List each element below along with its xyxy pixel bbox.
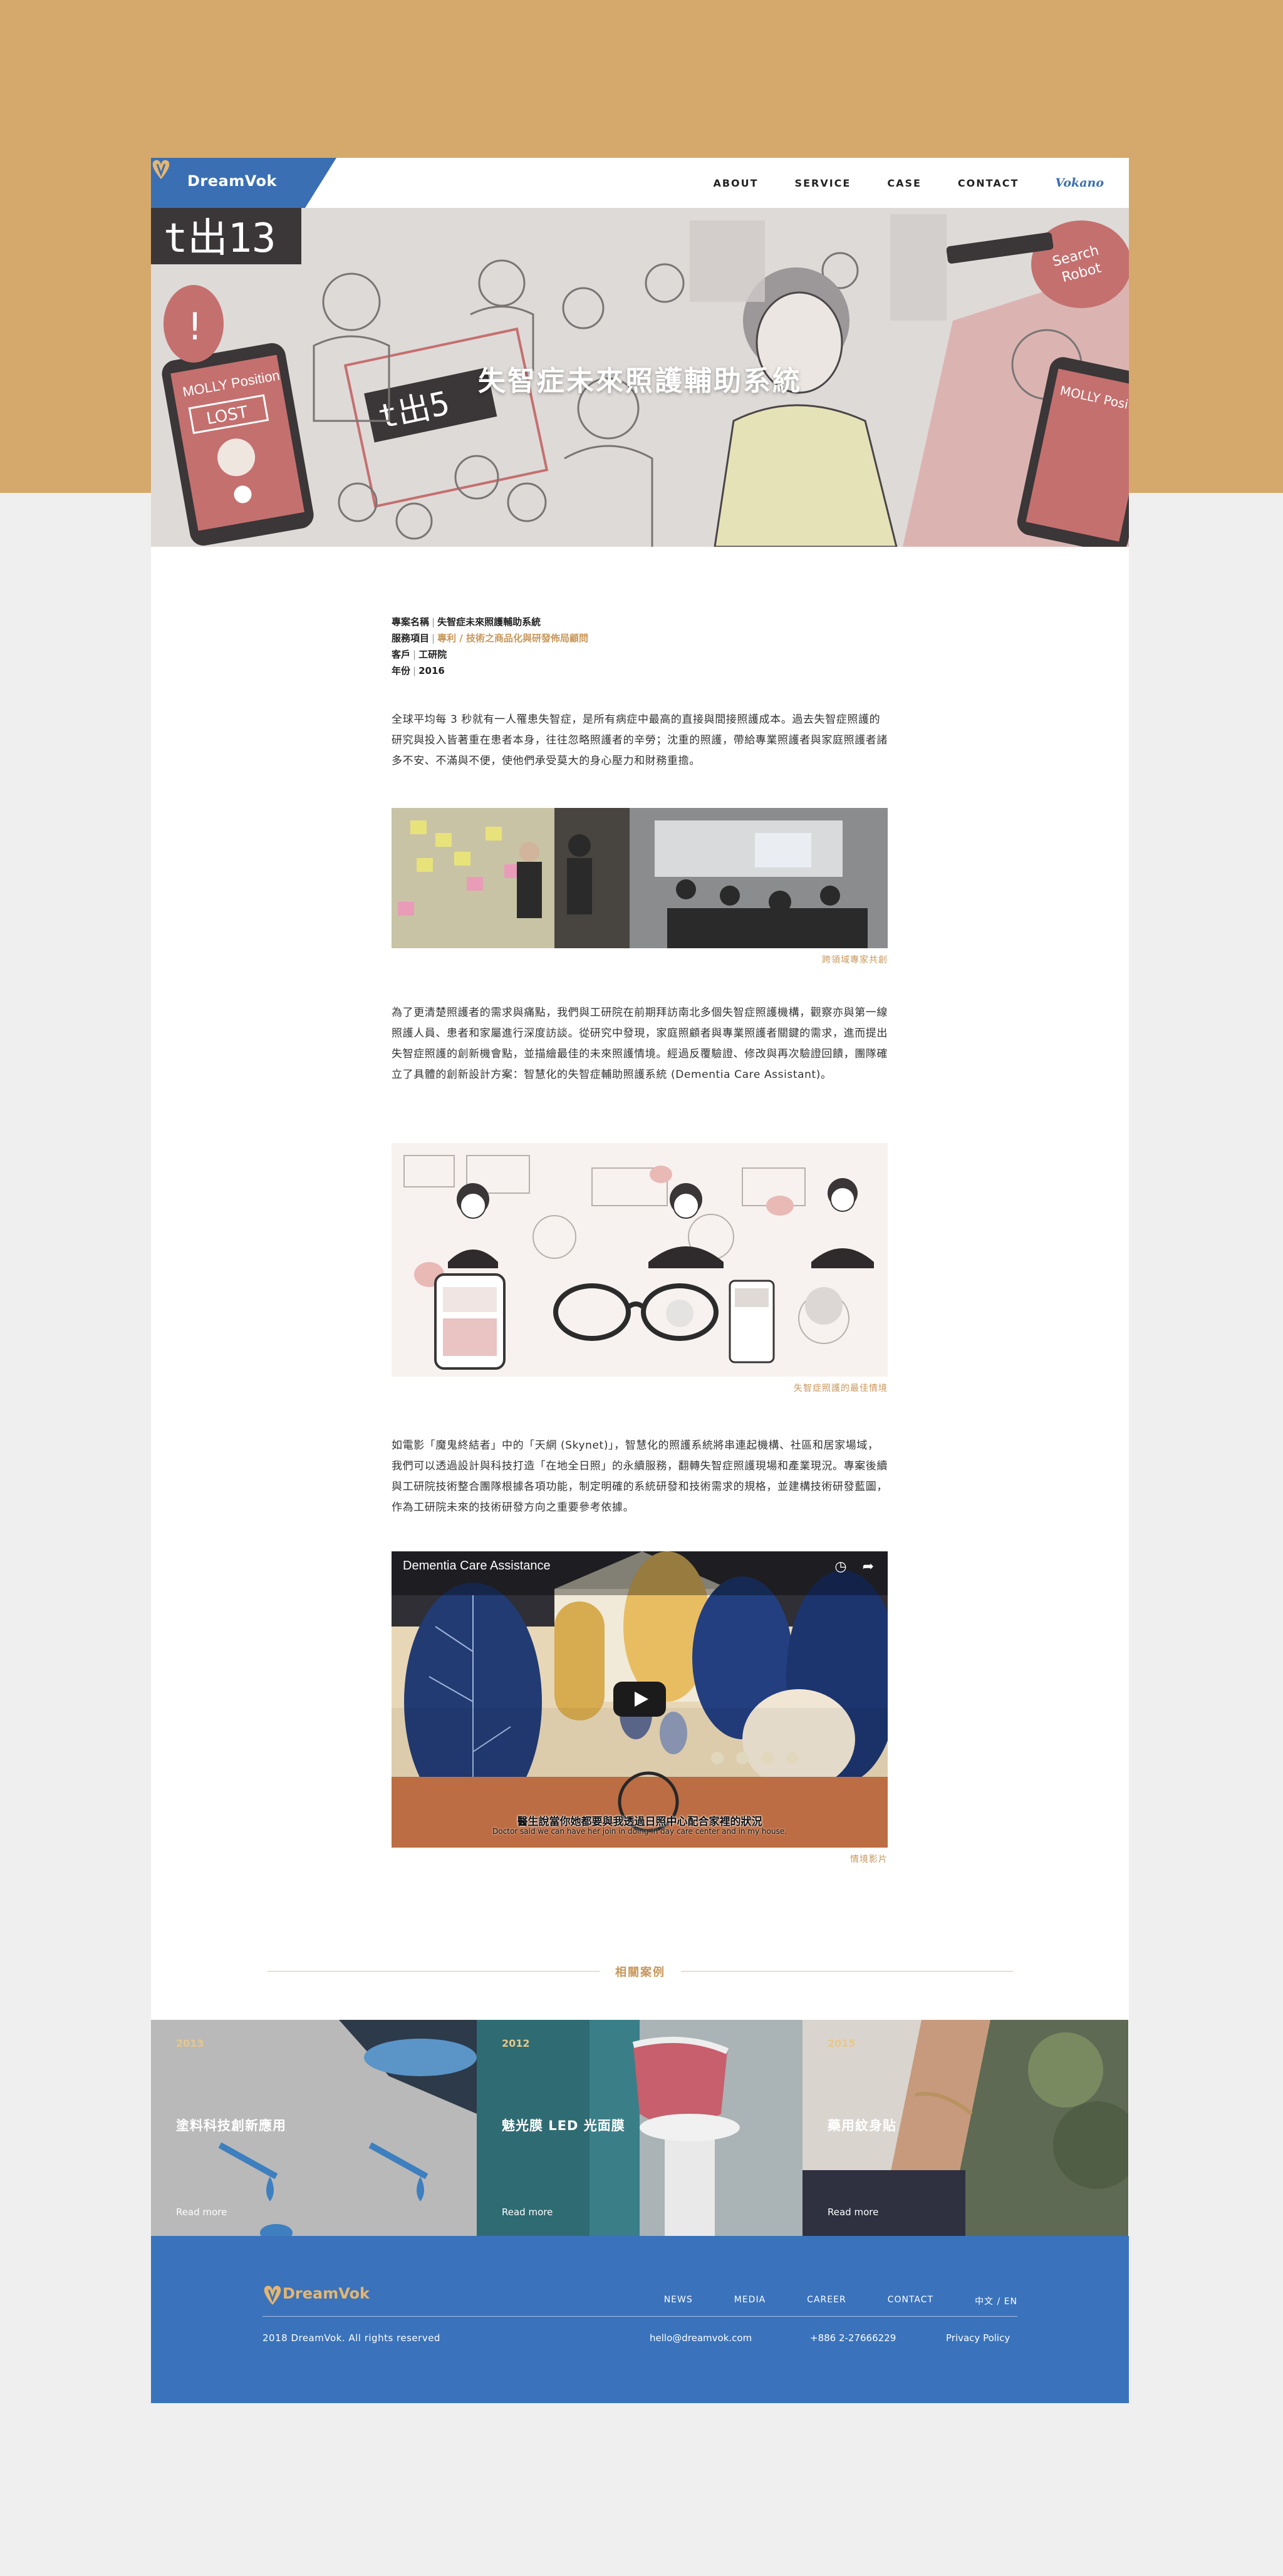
video-subtitle-zh: 醫生說當你她都要與我透過日照中心配合家裡的狀況	[517, 1816, 762, 1828]
video-player[interactable]: Dementia Care Assistance ◷ ➦ 醫生說當你她都要與我透…	[392, 1551, 888, 1848]
meta-key: 服務項目	[392, 633, 430, 644]
copyright: 2018 DreamVok. All rights reserved	[262, 2332, 440, 2344]
heart-logo-icon	[152, 160, 170, 179]
logo[interactable]: DreamVok	[151, 158, 336, 208]
related-cards: 2013 塗料科技創新應用 Read more 2012 魅光膜 LED 光面膜…	[151, 2020, 1129, 2236]
top-nav: DreamVok ABOUT SERVICE CASE CONTACT Voka…	[151, 158, 1129, 208]
meta-value: 2016	[418, 665, 445, 676]
meta-key: 專案名稱	[392, 616, 430, 628]
privacy-policy-link[interactable]: Privacy Policy	[946, 2332, 1010, 2344]
meta-key: 年份	[392, 665, 411, 676]
read-more-link[interactable]: Read more	[176, 2206, 227, 2218]
meta-service-link[interactable]: 專利 / 技術之商品化與研發佈局顧問	[437, 633, 588, 644]
caption-workshop: 跨領域專家共創	[822, 955, 888, 965]
nav-links: ABOUT SERVICE CASE CONTACT Vokano	[677, 158, 1104, 208]
share-icon[interactable]: ➦	[863, 1559, 874, 1575]
caption-video: 情境影片	[850, 1854, 888, 1865]
footer-news-link[interactable]: NEWS	[664, 2295, 693, 2307]
related-card-led-mask[interactable]: 2012 魅光膜 LED 光面膜 Read more	[477, 2020, 803, 2236]
hero-banner: t出13 MOLLY Position LOST ! t出5 MOLLY Pos…	[151, 208, 1129, 547]
related-card-coating[interactable]: 2013 塗料科技創新應用 Read more	[151, 2020, 477, 2236]
nav-contact[interactable]: CONTACT	[958, 177, 1019, 189]
watch-later-icon[interactable]: ◷	[834, 1559, 846, 1575]
site-footer: DreamVok NEWS MEDIA CAREER CONTACT 中文 / …	[151, 2236, 1129, 2403]
nav-case[interactable]: CASE	[887, 177, 922, 189]
meta-key: 客戶	[392, 649, 411, 660]
related-cases-heading: 相關案例	[268, 1963, 1013, 1979]
related-card-tattoo[interactable]: 2015 藥用紋身貼 Read more	[803, 2020, 1128, 2236]
video-controls: ◷ ➦	[834, 1559, 874, 1575]
storyboard-illustration	[392, 1143, 888, 1377]
footer-divider	[262, 2316, 1017, 2317]
care-scenario-storyboard	[392, 1143, 888, 1377]
footer-heart-logo-icon[interactable]	[262, 2284, 283, 2309]
card-year: 2015	[828, 2037, 856, 2049]
paragraph-intro: 全球平均每 3 秒就有一人罹患失智症，是所有病症中最高的直接與間接照護成本。過去…	[392, 713, 888, 767]
footer-email-link[interactable]: hello@dreamvok.com	[650, 2332, 752, 2344]
hero-title: 失智症未來照護輔助系統	[478, 365, 802, 397]
caption-scenario: 失智症照護的最佳情境	[794, 1384, 888, 1394]
card-title: 藥用紋身貼	[828, 2118, 896, 2133]
meta-client: 客戶 | 工研院	[392, 649, 447, 660]
video-subtitle-en: Doctor said we can have her join in doin…	[492, 1827, 787, 1836]
footer-phone[interactable]: +886 2-27666229	[810, 2332, 896, 2344]
svg-text:!: !	[187, 305, 202, 349]
meta-value: 工研院	[418, 649, 447, 660]
card-year: 2013	[176, 2037, 204, 2049]
workshop-photo-image	[392, 808, 888, 948]
footer-media-link[interactable]: MEDIA	[734, 2295, 766, 2307]
footer-contact-link[interactable]: CONTACT	[888, 2295, 933, 2307]
card-title: 塗料科技創新應用	[176, 2118, 286, 2133]
logo-text: DreamVok	[187, 172, 277, 190]
card-year: 2012	[502, 2037, 530, 2049]
footer-links: NEWS MEDIA CAREER CONTACT 中文 / EN	[623, 2295, 1017, 2307]
footer-career-link[interactable]: CAREER	[807, 2295, 846, 2307]
language-switch[interactable]: 中文 / EN	[975, 2295, 1017, 2307]
meta-project-name: 專案名稱 | 失智症未來照護輔助系統	[392, 616, 541, 628]
meta-year: 年份 | 2016	[392, 665, 445, 676]
nav-vokano-link[interactable]: Vokano	[1055, 176, 1104, 190]
meta-service: 服務項目 | 專利 / 技術之商品化與研發佈局顧問	[392, 633, 589, 644]
svg-text:t出13: t出13	[164, 215, 276, 262]
paragraph-research: 為了更清楚照護者的需求與痛點，我們與工研院在前期拜訪南北多個失智症照護機構，觀察…	[392, 1006, 888, 1081]
card-title: 魅光膜 LED 光面膜	[502, 2118, 625, 2133]
read-more-link[interactable]: Read more	[828, 2206, 878, 2218]
play-button[interactable]	[613, 1682, 666, 1717]
workshop-photo	[392, 808, 888, 948]
project-meta: 專案名稱 | 失智症未來照護輔助系統 服務項目 | 專利 / 技術之商品化與研發佈局顧問…	[392, 614, 888, 679]
related-label: 相關案例	[606, 1966, 674, 1979]
footer-logo-text[interactable]: DreamVok	[283, 2285, 370, 2302]
page-container: DreamVok ABOUT SERVICE CASE CONTACT Voka…	[151, 158, 1129, 2403]
video-title[interactable]: Dementia Care Assistance	[403, 1559, 551, 1573]
nav-about[interactable]: ABOUT	[713, 177, 758, 189]
read-more-link[interactable]: Read more	[502, 2206, 553, 2218]
meta-value: 失智症未來照護輔助系統	[437, 616, 541, 628]
nav-service[interactable]: SERVICE	[795, 177, 851, 189]
paragraph-skynet: 如電影「魔鬼終結者」中的「天網 (Skynet)」，智慧化的照護系統將串連起機構…	[392, 1439, 888, 1514]
